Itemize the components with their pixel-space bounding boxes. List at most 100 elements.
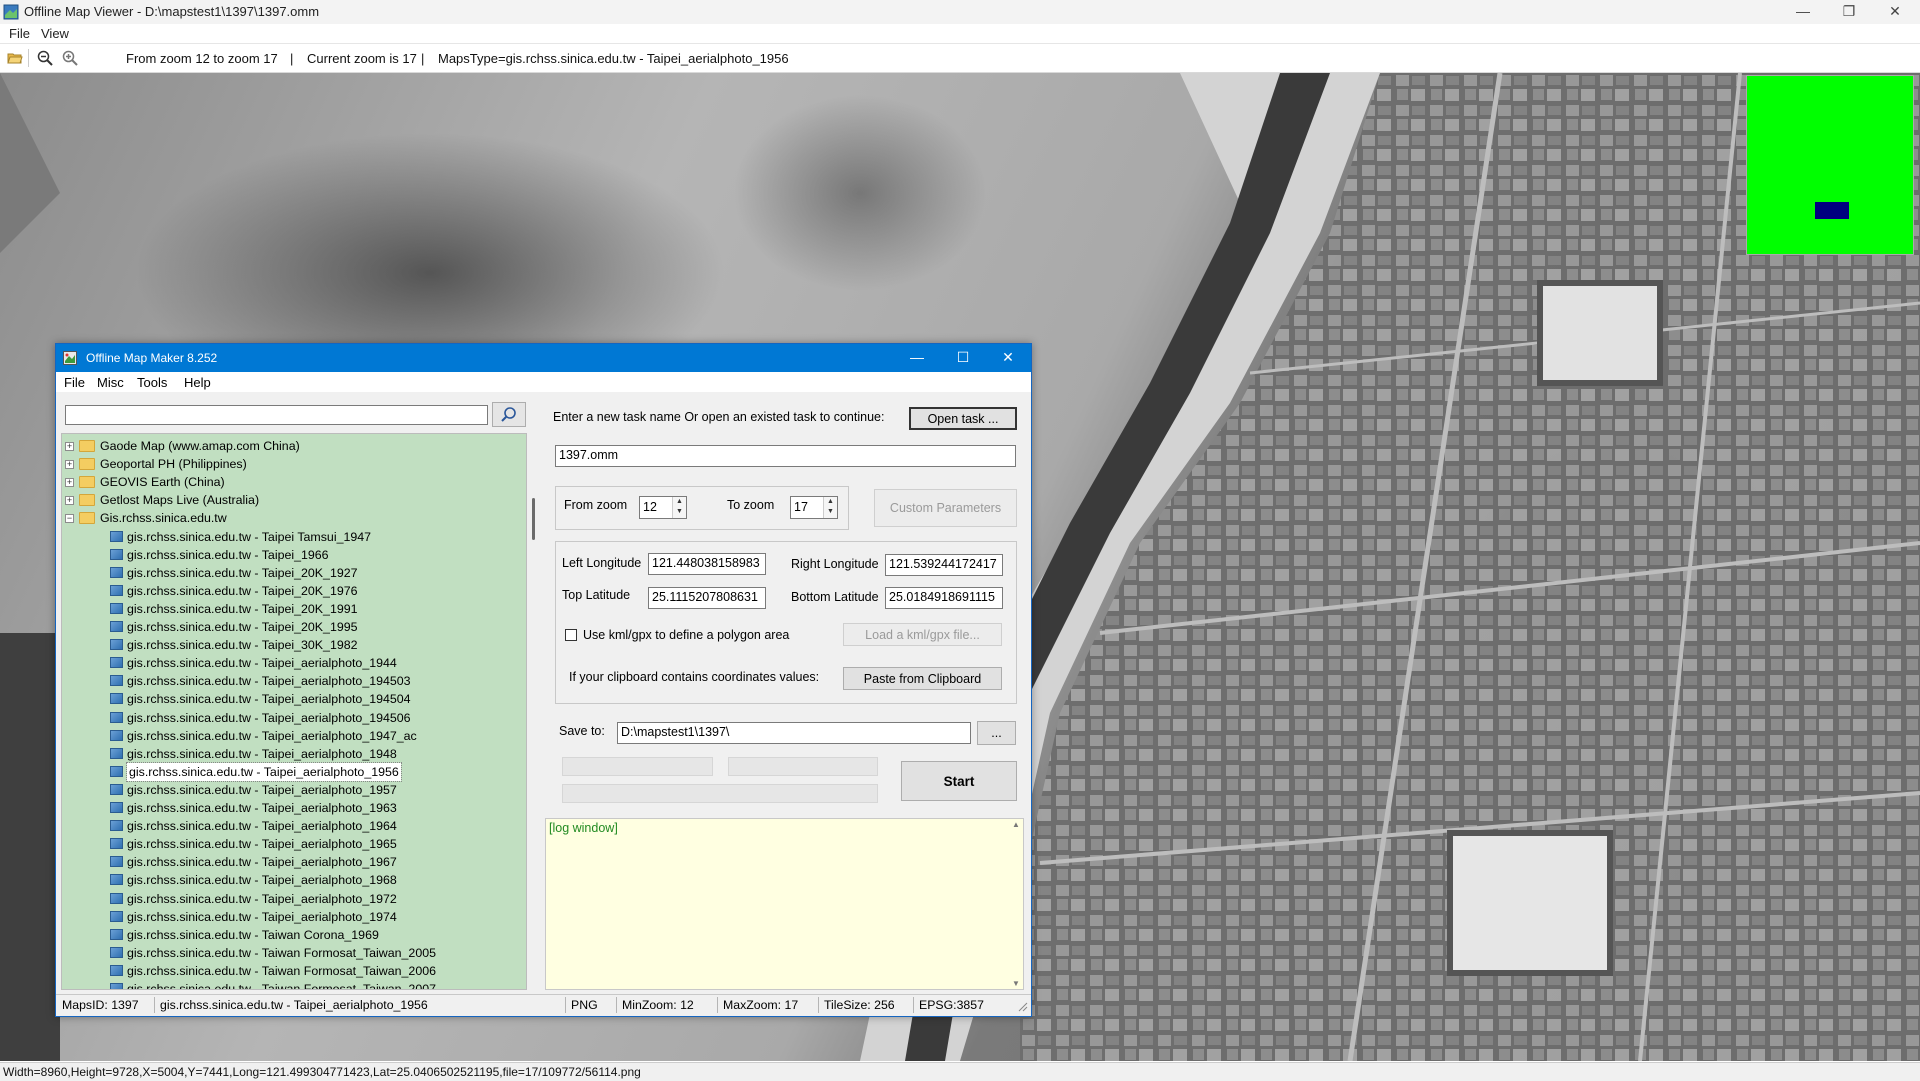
tree-scroll-thumb[interactable] <box>532 498 535 540</box>
load-kml-button[interactable]: Load a kml/gpx file... <box>843 623 1002 646</box>
expand-icon[interactable]: + <box>65 442 74 451</box>
expand-icon[interactable]: + <box>65 496 74 506</box>
zoom-in-icon[interactable] <box>62 50 78 66</box>
tree-folder[interactable]: + GEOVIS Earth (China) <box>62 473 522 491</box>
tree-map-label: gis.rchss.sinica.edu.tw - Taipei_aerialp… <box>126 761 402 782</box>
dialog-title: Offline Map Maker 8.252 <box>86 351 218 365</box>
collapse-icon[interactable]: − <box>65 514 74 524</box>
map-source-icon <box>110 639 123 651</box>
custom-parameters-button[interactable]: Custom Parameters <box>874 489 1017 527</box>
tree-map-item[interactable]: gis.rchss.sinica.edu.tw - Taipei_30K_198… <box>62 636 522 654</box>
tree-map-item[interactable]: gis.rchss.sinica.edu.tw - Taipei_aerialp… <box>62 654 522 672</box>
tree-map-item[interactable]: gis.rchss.sinica.edu.tw - Taipei_20K_192… <box>62 564 522 582</box>
map-source-icon <box>110 566 123 578</box>
dialog-menu-file[interactable]: File <box>64 375 85 390</box>
folder-icon <box>79 440 95 452</box>
save-path-field[interactable]: D:\mapstest1\1397\ <box>617 722 971 744</box>
tree-map-item[interactable]: gis.rchss.sinica.edu.tw - Taiwan Formosa… <box>62 962 522 980</box>
tree-map-item[interactable]: gis.rchss.sinica.edu.tw - Taiwan Formosa… <box>62 944 522 962</box>
browse-button[interactable]: ... <box>977 721 1016 745</box>
minimize-button[interactable]: — <box>1780 0 1826 24</box>
tree-map-item[interactable]: gis.rchss.sinica.edu.tw - Taipei_aerialp… <box>62 853 522 871</box>
start-button[interactable]: Start <box>901 761 1017 801</box>
dialog-menu-misc[interactable]: Misc <box>97 375 124 390</box>
search-icon <box>501 407 516 422</box>
menu-file[interactable]: File <box>9 26 30 41</box>
from-zoom-stepper[interactable]: 12 ▲ ▼ <box>639 496 687 519</box>
left-longitude-field[interactable]: 121.448038158983 <box>648 553 766 575</box>
dialog-menu-tools[interactable]: Tools <box>137 375 167 390</box>
paste-clipboard-button[interactable]: Paste from Clipboard <box>843 667 1002 690</box>
tree-map-item[interactable]: gis.rchss.sinica.edu.tw - Taipei_aerialp… <box>62 761 522 782</box>
map-source-icon <box>110 675 123 687</box>
resize-grip-icon[interactable] <box>1016 1000 1028 1012</box>
status-maps-id: MapsID: 1397 <box>62 998 139 1012</box>
viewer-statusbar: Width=8960,Height=9728,X=5004,Y=7441,Lon… <box>0 1062 1920 1081</box>
close-button[interactable]: ✕ <box>1872 0 1918 24</box>
search-button[interactable] <box>492 402 526 427</box>
map-source-icon <box>110 856 123 868</box>
bottom-latitude-field[interactable]: 25.0184918691115 <box>885 587 1003 609</box>
log-scrollbar[interactable]: ▲ ▼ <box>1012 820 1022 988</box>
restore-button[interactable]: ❐ <box>1826 0 1872 24</box>
right-longitude-field[interactable]: 121.539244172417 <box>885 554 1003 576</box>
tree-map-item[interactable]: gis.rchss.sinica.edu.tw - Taipei_aerialp… <box>62 871 522 889</box>
tree-map-item[interactable]: gis.rchss.sinica.edu.tw - Taipei_aerialp… <box>62 890 522 908</box>
tree-map-item[interactable]: gis.rchss.sinica.edu.tw - Taipei_20K_199… <box>62 618 522 636</box>
tree-map-item[interactable]: gis.rchss.sinica.edu.tw - Taipei Tamsui_… <box>62 528 522 546</box>
status-divider <box>913 997 914 1013</box>
tree-map-item[interactable]: gis.rchss.sinica.edu.tw - Taipei_20K_197… <box>62 582 522 600</box>
scroll-down-icon[interactable]: ▼ <box>1012 979 1020 988</box>
spin-arrows-icon[interactable]: ▲ ▼ <box>823 497 837 518</box>
tree-map-item[interactable]: gis.rchss.sinica.edu.tw - Taipei_aerialp… <box>62 690 522 708</box>
tree-folder[interactable]: + Geoportal PH (Philippines) <box>62 455 522 473</box>
open-task-button[interactable]: Open task ... <box>909 407 1017 430</box>
tree-map-label: gis.rchss.sinica.edu.tw - Taipei_aerialp… <box>127 674 411 689</box>
spin-arrows-icon[interactable]: ▲ ▼ <box>672 497 686 518</box>
tree-map-item[interactable]: gis.rchss.sinica.edu.tw - Taipei_aerialp… <box>62 781 522 799</box>
tree-map-item[interactable]: gis.rchss.sinica.edu.tw - Taipei_aerialp… <box>62 817 522 835</box>
tree-map-item[interactable]: gis.rchss.sinica.edu.tw - Taipei_20K_199… <box>62 600 522 618</box>
folder-icon <box>79 458 95 471</box>
tree-folder[interactable]: + Gaode Map (www.amap.com China) <box>62 437 522 455</box>
expand-icon[interactable]: + <box>65 460 74 470</box>
zoom-out-icon[interactable] <box>37 50 53 66</box>
to-zoom-stepper[interactable]: 17 ▲ ▼ <box>790 496 838 519</box>
map-search-input[interactable] <box>65 405 488 425</box>
tree-map-item[interactable]: gis.rchss.sinica.edu.tw - Taiwan Corona_… <box>62 926 522 944</box>
log-window[interactable]: [log window] <box>545 818 1024 990</box>
tree-map-item[interactable]: gis.rchss.sinica.edu.tw - Taiwan Formosa… <box>62 980 522 989</box>
minimap-viewport[interactable] <box>1815 202 1849 219</box>
dialog-maximize-button[interactable]: ☐ <box>940 344 986 372</box>
tree-map-item[interactable]: gis.rchss.sinica.edu.tw - Taipei_aerialp… <box>62 835 522 853</box>
scroll-up-icon[interactable]: ▲ <box>1012 820 1020 829</box>
top-latitude-field[interactable]: 25.1115207808631 <box>648 587 766 609</box>
minimap[interactable] <box>1746 75 1914 255</box>
tree-map-item[interactable]: gis.rchss.sinica.edu.tw - Taipei_aerialp… <box>62 745 522 763</box>
tree-folder[interactable]: + Getlost Maps Live (Australia) <box>62 491 522 509</box>
right-longitude-label: Right Longitude <box>791 557 879 571</box>
tree-map-item[interactable]: gis.rchss.sinica.edu.tw - Taipei_aerialp… <box>62 727 522 745</box>
task-name-field[interactable]: 1397.omm <box>555 445 1016 467</box>
viewer-menubar: File View <box>0 24 1920 43</box>
current-zoom-text: Current zoom is 17 <box>307 51 417 66</box>
kml-checkbox[interactable] <box>565 629 577 641</box>
tree-map-item[interactable]: gis.rchss.sinica.edu.tw - Taipei_aerialp… <box>62 799 522 817</box>
dialog-minimize-button[interactable]: — <box>894 344 940 372</box>
tree-map-item[interactable]: gis.rchss.sinica.edu.tw - Taipei_1966 <box>62 546 522 564</box>
progress-bar-total <box>562 784 878 803</box>
tree-folder-label: Gaode Map (www.amap.com China) <box>100 439 300 453</box>
map-source-tree[interactable]: + Gaode Map (www.amap.com China) + Geoporta… <box>61 433 527 990</box>
map-maker-icon <box>63 351 77 365</box>
tree-map-item[interactable]: gis.rchss.sinica.edu.tw - Taipei_aerialp… <box>62 672 522 690</box>
tree-map-label: gis.rchss.sinica.edu.tw - Taipei_aerialp… <box>127 801 397 815</box>
tree-map-item[interactable]: gis.rchss.sinica.edu.tw - Taipei_aerialp… <box>62 908 522 926</box>
tree-folder[interactable]: − Gis.rchss.sinica.edu.tw <box>62 509 522 527</box>
expand-icon[interactable]: + <box>65 478 74 488</box>
tree-map-item[interactable]: gis.rchss.sinica.edu.tw - Taipei_aerialp… <box>62 709 522 727</box>
menu-view[interactable]: View <box>41 26 69 41</box>
folder-open-icon[interactable] <box>7 50 23 66</box>
dialog-close-button[interactable]: ✕ <box>985 344 1031 372</box>
dialog-menu-help[interactable]: Help <box>184 375 211 390</box>
tree-scrollbar[interactable] <box>530 433 538 990</box>
